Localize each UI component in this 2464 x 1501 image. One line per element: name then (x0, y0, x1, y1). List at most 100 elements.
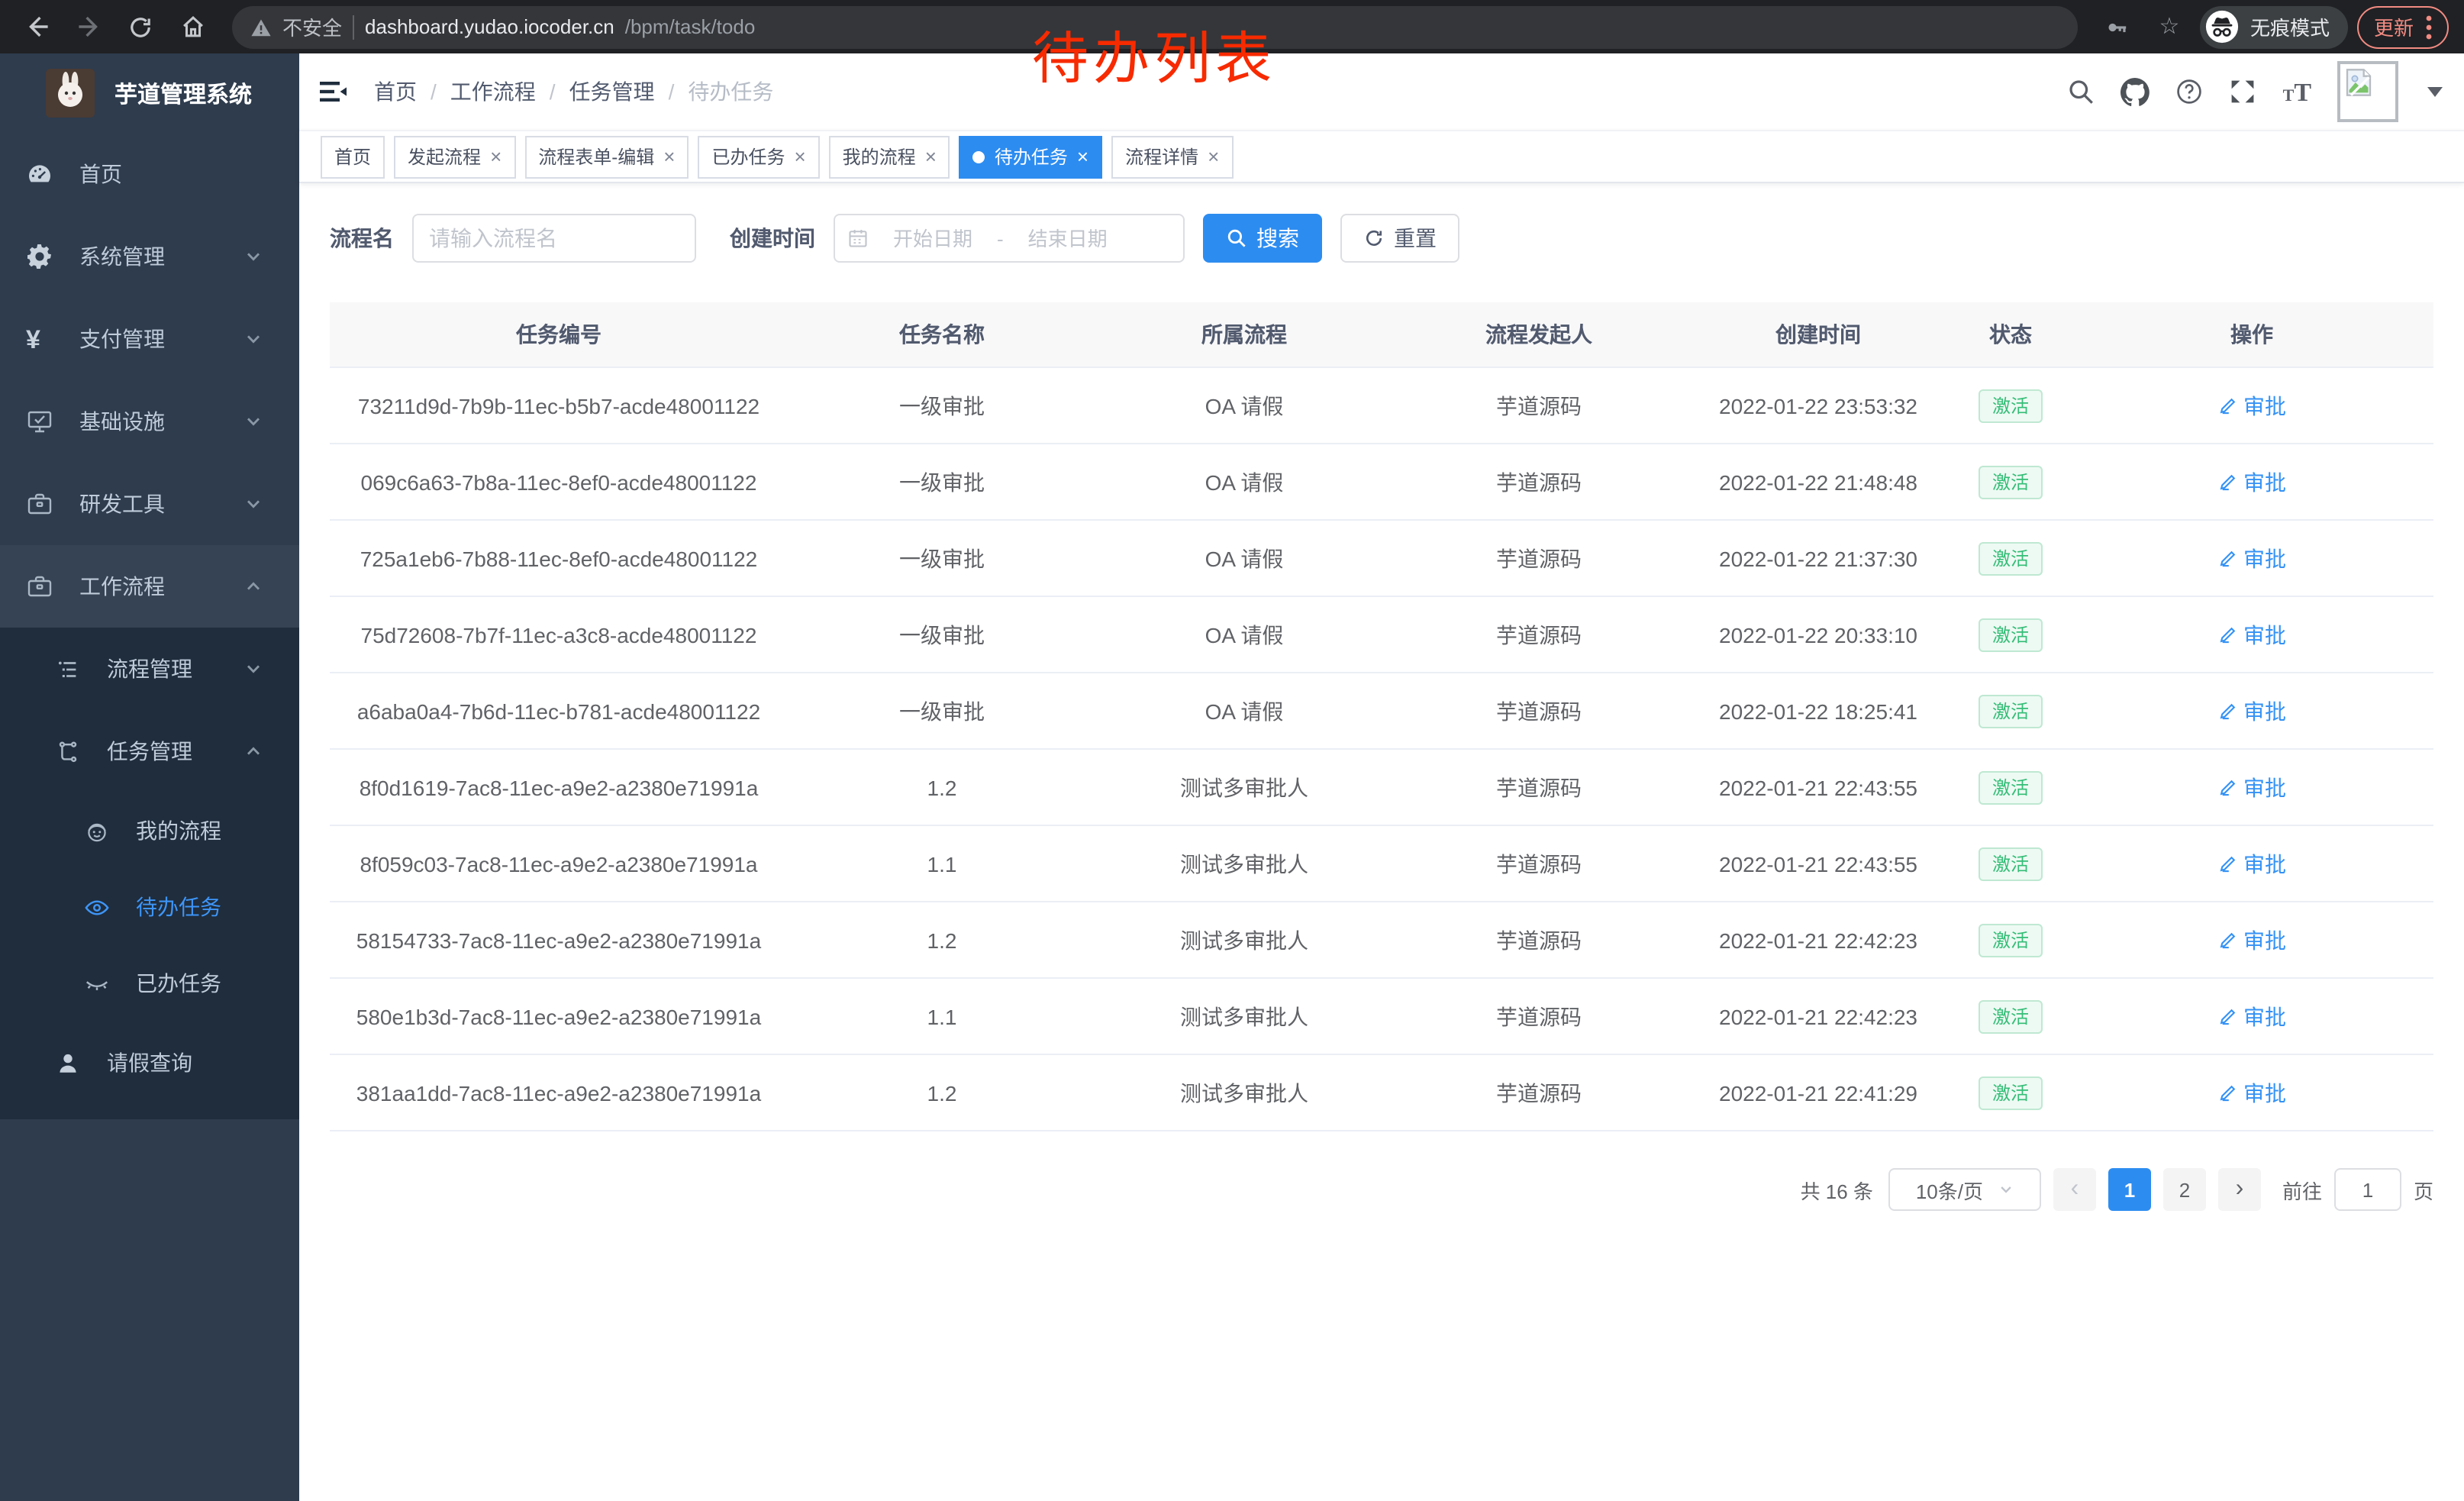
sidebar-item-workflow[interactable]: 工作流程 (0, 545, 299, 628)
breadcrumb-current: 待办任务 (688, 76, 773, 107)
close-icon[interactable]: × (490, 147, 502, 166)
approve-link[interactable]: 审批 (2217, 848, 2286, 879)
home-icon[interactable] (171, 5, 214, 48)
sidebar-collapse-icon[interactable] (316, 75, 350, 108)
broken-image-icon (2343, 67, 2374, 98)
status-badge: 激活 (1979, 923, 2043, 957)
key-icon[interactable] (2096, 5, 2139, 48)
avatar[interactable] (2337, 61, 2398, 122)
create-time-label: 创建时间 (730, 223, 815, 253)
update-button[interactable]: 更新 (2357, 5, 2449, 48)
breadcrumb-item[interactable]: 工作流程 (450, 76, 536, 107)
chevron-down-icon (244, 660, 263, 678)
process-name-input[interactable] (412, 214, 696, 263)
approve-link[interactable]: 审批 (2217, 696, 2286, 726)
table-header-row: 任务编号 任务名称 所属流程 流程发起人 创建时间 状态 操作 (330, 302, 2433, 367)
breadcrumb-item[interactable]: 任务管理 (569, 76, 655, 107)
goto-page-input[interactable] (2334, 1168, 2401, 1211)
end-date-input[interactable] (1010, 225, 1126, 251)
sidebar-item-devtools[interactable]: 研发工具 (0, 463, 299, 545)
fullscreen-icon[interactable] (2230, 78, 2257, 105)
sidebar-item-home[interactable]: 首页 (0, 133, 299, 215)
back-icon[interactable] (15, 5, 58, 48)
close-icon[interactable]: × (1208, 147, 1219, 166)
search-button[interactable]: 搜索 (1203, 214, 1322, 263)
tab-my-process[interactable]: 我的流程× (829, 135, 950, 178)
gear-icon (26, 243, 53, 270)
caret-down-icon[interactable] (2427, 86, 2443, 97)
tab-todo-tasks[interactable]: 待办任务× (959, 135, 1102, 178)
sidebar-item-label: 研发工具 (79, 489, 165, 519)
forward-icon[interactable] (67, 5, 110, 48)
approve-link[interactable]: 审批 (2217, 390, 2286, 421)
tab-start-process[interactable]: 发起流程× (394, 135, 515, 178)
page-button-2[interactable]: 2 (2163, 1168, 2206, 1211)
sidebar-item-label: 请假查询 (107, 1047, 192, 1078)
goto-label: 前往 (2282, 1175, 2322, 1204)
date-range-picker[interactable]: - (834, 214, 1185, 263)
page-size-select[interactable]: 10条/页 (1888, 1168, 2041, 1211)
font-size-icon[interactable]: TT (2283, 79, 2311, 105)
reload-icon[interactable] (119, 5, 162, 48)
browser-toolbar: 不安全 dashboard.yudao.iocoder.cn/bpm/task/… (0, 0, 2464, 55)
robot-face-icon (84, 818, 110, 844)
sidebar: 芋道管理系统 首页 系统管理 ¥ 支付管理 基础设施 (0, 53, 299, 1501)
address-divider (353, 15, 354, 39)
sidebar-item-system[interactable]: 系统管理 (0, 215, 299, 298)
close-icon[interactable]: × (1077, 147, 1088, 166)
bookmark-star-icon[interactable]: ☆ (2148, 5, 2191, 48)
address-bar[interactable]: 不安全 dashboard.yudao.iocoder.cn/bpm/task/… (232, 5, 2078, 48)
main-area: 首页 / 工作流程 / 任务管理 / 待办任务 (299, 53, 2464, 1501)
tab-form-edit[interactable]: 流程表单-编辑× (524, 135, 689, 178)
sidebar-item-done-tasks[interactable]: 已办任务 (0, 945, 299, 1022)
pagination: 共 16 条 10条/页 ‹ 1 2 › 前往 页 (330, 1168, 2433, 1211)
close-icon[interactable]: × (925, 147, 937, 166)
tab-done-tasks[interactable]: 已办任务× (698, 135, 819, 178)
logo-image (46, 69, 95, 118)
edit-icon (2217, 1083, 2237, 1102)
sidebar-item-task-mgmt[interactable]: 任务管理 (0, 710, 299, 792)
start-date-input[interactable] (875, 225, 991, 251)
page-header: 首页 / 工作流程 / 任务管理 / 待办任务 (299, 53, 2464, 130)
chevron-up-icon (244, 742, 263, 760)
github-icon[interactable] (2121, 77, 2150, 106)
sidebar-item-process-mgmt[interactable]: 流程管理 (0, 628, 299, 710)
approve-link[interactable]: 审批 (2217, 543, 2286, 573)
help-icon[interactable] (2176, 78, 2204, 105)
table-row: 75d72608-7b7f-11ec-a3c8-acde48001122一级审批… (330, 596, 2433, 673)
approve-link[interactable]: 审批 (2217, 1077, 2286, 1108)
col-starter: 流程发起人 (1392, 302, 1685, 367)
sidebar-item-leave-query[interactable]: 请假查询 (0, 1022, 299, 1104)
approve-link[interactable]: 审批 (2217, 1001, 2286, 1031)
incognito-label: 无痕模式 (2250, 12, 2330, 41)
approve-link[interactable]: 审批 (2217, 466, 2286, 497)
status-badge: 激活 (1979, 389, 2043, 422)
close-icon[interactable]: × (794, 147, 805, 166)
task-table: 任务编号 任务名称 所属流程 流程发起人 创建时间 状态 操作 73211d9d… (330, 302, 2433, 1131)
sidebar-item-todo-tasks[interactable]: 待办任务 (0, 869, 299, 945)
page-button-1[interactable]: 1 (2108, 1168, 2151, 1211)
dashboard-icon (26, 160, 53, 188)
table-row: a6aba0a4-7b6d-11ec-b781-acde48001122一级审批… (330, 673, 2433, 749)
reset-button[interactable]: 重置 (1340, 214, 1459, 263)
approve-link[interactable]: 审批 (2217, 772, 2286, 802)
sidebar-item-payment[interactable]: ¥ 支付管理 (0, 298, 299, 380)
col-process: 所属流程 (1096, 302, 1392, 367)
yen-icon: ¥ (26, 326, 53, 352)
edit-icon (2217, 701, 2237, 721)
status-badge: 激活 (1979, 541, 2043, 575)
tab-home[interactable]: 首页 (321, 135, 385, 178)
approve-link[interactable]: 审批 (2217, 619, 2286, 650)
breadcrumb-item[interactable]: 首页 (374, 76, 417, 107)
search-icon[interactable] (2068, 78, 2095, 105)
sidebar-item-label: 工作流程 (79, 571, 165, 602)
sidebar-item-my-process[interactable]: 我的流程 (0, 792, 299, 869)
chevron-down-icon (1998, 1182, 2014, 1197)
prev-page-button[interactable]: ‹ (2053, 1168, 2096, 1211)
close-icon[interactable]: × (663, 147, 675, 166)
status-badge: 激活 (1979, 465, 2043, 499)
approve-link[interactable]: 审批 (2217, 925, 2286, 955)
tab-process-detail[interactable]: 流程详情× (1111, 135, 1233, 178)
next-page-button[interactable]: › (2218, 1168, 2261, 1211)
sidebar-item-infra[interactable]: 基础设施 (0, 380, 299, 463)
